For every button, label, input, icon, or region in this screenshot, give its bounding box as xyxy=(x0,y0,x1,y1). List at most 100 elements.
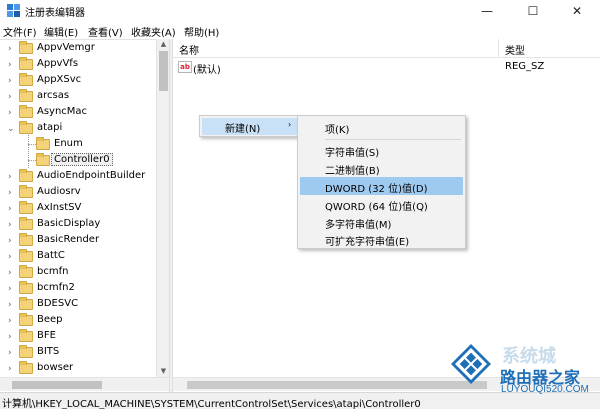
tree-item[interactable]: › BasicDisplay xyxy=(0,217,160,233)
submenu-item-dword[interactable]: DWORD (32 位)值(D) xyxy=(300,177,463,195)
expand-chevron-icon[interactable]: › xyxy=(8,235,16,247)
tree-hscroll-thumb[interactable] xyxy=(12,381,102,389)
tree-item-label: bcmfn2 xyxy=(37,282,75,293)
scroll-down-icon[interactable]: ▼ xyxy=(160,368,167,375)
expand-chevron-icon[interactable]: › xyxy=(8,59,16,71)
tree-scroll-thumb[interactable] xyxy=(159,51,168,91)
folder-icon xyxy=(19,297,33,310)
expand-chevron-icon[interactable]: › xyxy=(8,75,16,87)
tree-item-label: AppvVemgr xyxy=(37,42,95,53)
tree-item[interactable]: › AsyncMac xyxy=(0,105,160,121)
tree-item-label: bowser xyxy=(37,362,74,373)
tree-item[interactable]: › BDESVC xyxy=(0,297,160,313)
folder-icon xyxy=(19,185,33,198)
tree-item-label: BITS xyxy=(37,346,60,357)
value-name: (默认) xyxy=(193,65,221,76)
tree-item-label: Controller0 xyxy=(51,153,113,166)
menu-view[interactable]: 查看(V) xyxy=(88,24,123,39)
expand-chevron-icon[interactable]: › xyxy=(8,363,16,375)
regedit-app-icon xyxy=(7,4,20,17)
close-button[interactable]: ✕ xyxy=(554,0,600,22)
tree-item-label: BattC xyxy=(37,250,65,261)
tree-item[interactable]: › BITS xyxy=(0,345,160,361)
tree-item[interactable]: ⌄ atapi xyxy=(0,121,160,137)
submenu-item-key[interactable]: 项(K) xyxy=(300,118,463,136)
expand-chevron-icon[interactable]: › xyxy=(8,315,16,327)
tree-item-label: BDESVC xyxy=(37,298,79,309)
column-divider[interactable] xyxy=(498,39,499,58)
tree-item[interactable]: › Audiosrv xyxy=(0,185,160,201)
tree-item[interactable]: › BFE xyxy=(0,329,160,345)
folder-icon xyxy=(19,201,33,214)
expand-chevron-icon[interactable]: › xyxy=(8,267,16,279)
tree-item[interactable]: › bcmfn xyxy=(0,265,160,281)
expand-chevron-icon[interactable]: › xyxy=(8,299,16,311)
tree-item[interactable]: › bcmfn2 xyxy=(0,281,160,297)
tree-item[interactable]: › AppvVemgr xyxy=(0,41,160,57)
submenu-item-string[interactable]: 字符串值(S) xyxy=(300,141,463,159)
expand-chevron-icon[interactable]: › xyxy=(8,171,16,183)
window-title: 注册表编辑器 xyxy=(25,8,85,19)
expand-chevron-icon[interactable]: › xyxy=(8,347,16,359)
list-header: 名称 类型 xyxy=(173,39,600,58)
folder-icon xyxy=(19,105,33,118)
maximize-button[interactable]: ☐ xyxy=(510,0,556,22)
submenu-item-label: DWORD (32 位)值(D) xyxy=(325,184,428,195)
new-label: 新建(N) xyxy=(225,124,261,135)
tree-item[interactable]: › BasicRender xyxy=(0,233,160,249)
expand-chevron-icon[interactable]: › xyxy=(8,203,16,215)
menu-help[interactable]: 帮助(H) xyxy=(184,24,219,39)
tree-item-label: BFE xyxy=(37,330,56,341)
tree-item-label: Audiosrv xyxy=(37,186,81,197)
folder-icon xyxy=(19,57,33,70)
tree-item[interactable]: › AppvVfs xyxy=(0,57,160,73)
tree-item-label: AppvVfs xyxy=(37,58,79,69)
minimize-button[interactable]: — xyxy=(464,0,510,22)
submenu-item-binary[interactable]: 二进制值(B) xyxy=(300,159,463,177)
expand-chevron-icon[interactable]: › xyxy=(8,107,16,119)
expand-chevron-icon[interactable]: › xyxy=(8,91,16,103)
menu-file[interactable]: 文件(F) xyxy=(3,24,37,39)
collapse-chevron-icon[interactable]: ⌄ xyxy=(7,123,15,135)
submenu-item-multi-string[interactable]: 多字符串值(M) xyxy=(300,213,463,231)
value-type: REG_SZ xyxy=(505,61,545,72)
value-row[interactable]: ab (默认) REG_SZ xyxy=(173,59,600,76)
context-menu-new[interactable]: 新建(N) › xyxy=(202,118,298,135)
expand-chevron-icon[interactable]: › xyxy=(8,283,16,295)
expand-chevron-icon[interactable]: › xyxy=(8,219,16,231)
windows-logo-icon xyxy=(451,344,491,384)
expand-chevron-icon[interactable]: › xyxy=(8,331,16,343)
tree-vertical-scrollbar[interactable]: ▲ ▼ xyxy=(156,39,169,377)
folder-icon xyxy=(19,265,33,278)
column-header-name[interactable]: 名称 xyxy=(179,42,199,57)
registry-tree[interactable]: › AppvVemgr › AppvVfs › AppXSvc › arcsas… xyxy=(0,39,169,392)
expand-chevron-icon[interactable]: › xyxy=(8,43,16,55)
tree-item[interactable]: › AudioEndpointBuilder xyxy=(0,169,160,185)
tree-item[interactable]: › Beep xyxy=(0,313,160,329)
menu-edit[interactable]: 编辑(E) xyxy=(44,24,78,39)
column-header-type[interactable]: 类型 xyxy=(505,42,525,57)
tree-item[interactable]: › AppXSvc xyxy=(0,73,160,89)
tree-item-label: AppXSvc xyxy=(37,74,82,85)
list-hscroll-thumb[interactable] xyxy=(187,381,487,389)
tree-item[interactable]: › arcsas xyxy=(0,89,160,105)
folder-icon xyxy=(19,73,33,86)
tree-item-label: Beep xyxy=(37,314,63,325)
submenu-item-expandable-string[interactable]: 可扩充字符串值(E) xyxy=(300,230,463,248)
folder-icon xyxy=(19,329,33,342)
tree-item[interactable]: › BattC xyxy=(0,249,160,265)
submenu-item-qword[interactable]: QWORD (64 位)值(Q) xyxy=(300,195,463,213)
tree-item-label: Enum xyxy=(54,138,83,149)
expand-chevron-icon[interactable]: › xyxy=(8,251,16,263)
tree-horizontal-scrollbar[interactable] xyxy=(0,377,169,391)
submenu-item-label: 字符串值(S) xyxy=(325,148,380,159)
scroll-up-icon[interactable]: ▲ xyxy=(160,41,167,48)
tree-item[interactable]: › bowser xyxy=(0,361,160,377)
tree-item[interactable]: › AxInstSV xyxy=(0,201,160,217)
folder-icon xyxy=(19,313,33,326)
tree-item[interactable]: Enum xyxy=(0,137,160,153)
menu-favorites[interactable]: 收藏夹(A) xyxy=(131,24,176,39)
expand-chevron-icon[interactable]: › xyxy=(8,187,16,199)
folder-icon xyxy=(19,169,33,182)
tree-item-selected[interactable]: Controller0 xyxy=(0,153,160,169)
